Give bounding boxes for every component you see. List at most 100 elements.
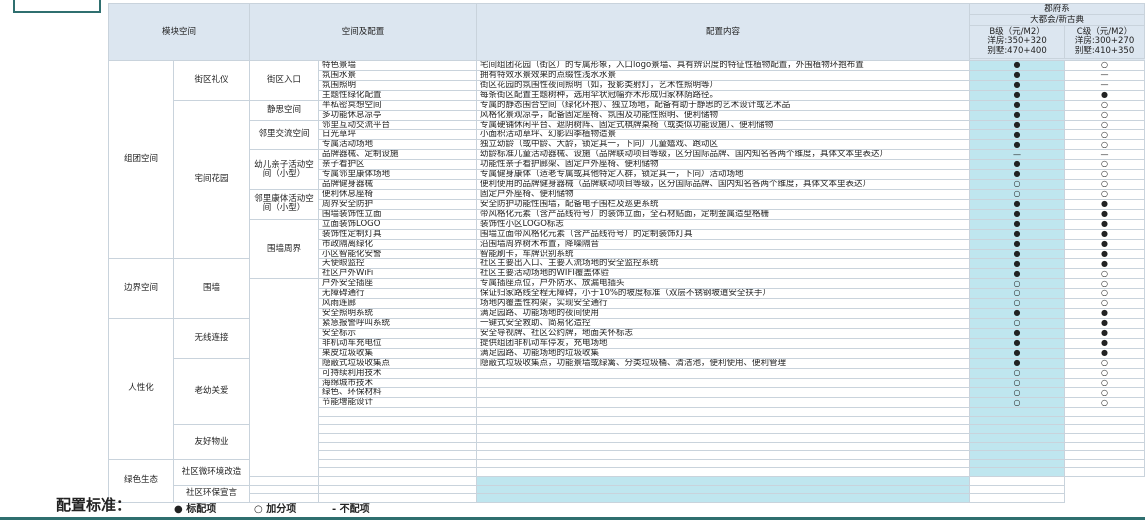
content-cell: 幼龄标准儿童活动器械、设施（品牌联动项目等级，区分国际品牌、国内知名各两个维度，… bbox=[476, 149, 971, 161]
level-b-mark: ● bbox=[969, 198, 1066, 210]
level-c-mark: ○ bbox=[1064, 377, 1145, 389]
content-cell: 带风格化元素（含产品线符号）的装饰立面，全石材贴面，定制金属造型格栅 bbox=[476, 208, 971, 220]
table-row bbox=[109, 476, 1145, 486]
level-c-mark: ● bbox=[1064, 228, 1145, 240]
level-c-mark: ○ bbox=[1064, 367, 1145, 379]
module-cell: 人性化 bbox=[108, 317, 174, 460]
config-cell: 果皮垃圾收集 bbox=[318, 347, 478, 359]
level-c-mark: ○ bbox=[1064, 159, 1145, 171]
level-c-mark: ● bbox=[1064, 208, 1145, 220]
config-cell: 专属活动场地 bbox=[318, 139, 478, 151]
content-cell bbox=[476, 433, 971, 443]
level-c-mark: ○ bbox=[1064, 357, 1145, 369]
level-c-mark bbox=[1064, 441, 1145, 452]
content-cell bbox=[476, 407, 971, 417]
level-c-mark bbox=[969, 484, 1066, 495]
content-cell: 沿围墙周界树木布置，降噪隔音 bbox=[476, 238, 971, 250]
space-cell: 街区入口 bbox=[249, 60, 320, 101]
content-cell: 宅间组团花园（街区）的专属形象，入口logo景墙、具有辨识度的特征性植物配置，外… bbox=[476, 60, 971, 71]
module-cell: 组团空间 bbox=[108, 59, 174, 260]
content-cell: 满足园路、功能场地的夜间使用 bbox=[476, 308, 971, 319]
table-row: 组团空间 街区礼仪 街区入口 特色景墙 宅间组团花园（街区）的专属形象，入口logo景墙… bbox=[108, 59, 1145, 260]
content-cell: 专属插座点位，户外防水、放漏电插头 bbox=[476, 278, 971, 290]
config-cell: 安全标示 bbox=[318, 327, 478, 339]
level-c-mark: ● bbox=[1064, 347, 1145, 359]
level-b-mark: ● bbox=[969, 238, 1066, 250]
level-c-mark: ○ bbox=[1064, 268, 1145, 280]
config-cell: 风雨连廊 bbox=[318, 298, 478, 310]
level-c-mark: ● bbox=[1064, 89, 1145, 101]
space-cell bbox=[249, 278, 320, 478]
level-c-mark: ○ bbox=[1064, 188, 1145, 200]
content-cell: 隐蔽式垃圾收集点，功能景墙或绿篱、分类垃圾桶、清洁池，便利使用、便利管理 bbox=[476, 357, 971, 369]
config-cell: 立面装饰LOGO bbox=[318, 218, 478, 230]
config-cell: 绿色、环保材料 bbox=[318, 387, 478, 399]
level-b-mark: ● bbox=[969, 357, 1066, 369]
header-series: 郡府系 bbox=[969, 2, 1145, 16]
config-cell bbox=[318, 458, 478, 469]
level-b-mark: ● bbox=[969, 327, 1066, 339]
content-cell bbox=[476, 367, 971, 379]
subgroup-cell: 无线连接 bbox=[172, 317, 251, 359]
legend-standard: ● 标配项 bbox=[174, 504, 217, 515]
subgroup-cell: 友好物业 bbox=[172, 424, 251, 460]
level-b-mark: ● bbox=[969, 169, 1066, 181]
config-table: 模块空间 空间及配置 配置内容 郡府系 大都会/新古典 B级（元/M2） 洋房:… bbox=[107, 2, 1145, 503]
level-c-mark: ○ bbox=[1064, 298, 1145, 310]
config-cell: 安全照明系统 bbox=[318, 308, 478, 319]
level-b-mark: ● bbox=[969, 337, 1066, 349]
config-cell: 半私密冥想空间 bbox=[318, 99, 478, 111]
level-c-mark: ○ bbox=[1064, 109, 1145, 121]
config-cell: 海绵城市技术 bbox=[318, 377, 478, 389]
config-cell: 氛围水景 bbox=[318, 69, 478, 81]
header-space: 空间及配置 bbox=[249, 3, 478, 61]
level-b-mark: ● bbox=[969, 60, 1066, 71]
content-cell: 满足园路、功能场地的垃圾收集 bbox=[476, 347, 971, 359]
level-c-mark: ○ bbox=[1064, 60, 1145, 71]
config-cell: 主题性绿化配置 bbox=[318, 89, 478, 101]
corner-frame bbox=[13, 0, 101, 13]
config-cell: 非机动车充电位 bbox=[318, 337, 478, 349]
level-b-mark: ● bbox=[969, 308, 1066, 319]
content-cell: 小面积活动草坪、幻影四季植物造景 bbox=[476, 129, 971, 141]
level-b-mark: ● bbox=[969, 109, 1066, 121]
level-c-mark: ○ bbox=[1064, 119, 1145, 131]
level-b-mark: ○ bbox=[969, 188, 1066, 200]
level-c-mark: ○ bbox=[1064, 129, 1145, 141]
level-b-mark: ● bbox=[969, 89, 1066, 101]
level-b-mark bbox=[969, 415, 1066, 426]
config-cell: 日光草坪 bbox=[318, 129, 478, 141]
level-c-mark: ● bbox=[1064, 258, 1145, 270]
level-b-mark: ○ bbox=[969, 387, 1066, 399]
content-cell: 便利使用的品牌健身器械（品牌联动项目等级，区分国际品牌、国内知名各两个维度，具体… bbox=[476, 179, 971, 190]
level-c-mark: ● bbox=[1064, 317, 1145, 329]
level-c-mark: ○ bbox=[1064, 169, 1145, 181]
content-cell: 场地内覆盖性构架，实现安全通行 bbox=[476, 298, 971, 310]
content-cell: 装饰性小区LOGO标志 bbox=[476, 218, 971, 230]
level-b-mark bbox=[476, 476, 971, 486]
config-cell: 隐蔽式垃圾收集点 bbox=[318, 357, 478, 369]
level-c-mark: ○ bbox=[1064, 288, 1145, 300]
content-cell: 保证归家路线全程无障碍，小于10%的坡度标准（双层不锈钢坡道安全扶手） bbox=[476, 288, 971, 300]
table-row: 邻里交流空间 邻里互动交流平台 专属硬铺休闲平台、遮阴树阵、固定式棋牌桌椅（或类似功… bbox=[109, 119, 1145, 151]
level-b-mark: ● bbox=[969, 99, 1066, 111]
content-cell bbox=[476, 458, 971, 469]
content-cell bbox=[318, 484, 478, 495]
content-cell: 每条街区配置主题树种，选用伞状冠幅乔木形成归家林荫路径。 bbox=[476, 89, 971, 101]
config-cell: 户外安全插座 bbox=[318, 278, 478, 290]
config-cell bbox=[249, 484, 320, 495]
content-cell: 社区主要出入口、主要人流场地的安全监控系统 bbox=[476, 258, 971, 270]
content-cell bbox=[476, 441, 971, 452]
content-cell bbox=[476, 377, 971, 389]
content-cell bbox=[476, 450, 971, 460]
config-cell: 小区智能化安警 bbox=[318, 248, 478, 260]
level-c-mark: ● bbox=[1064, 238, 1145, 250]
header-module: 模块空间 bbox=[107, 3, 251, 61]
level-b-mark bbox=[476, 493, 971, 503]
module-cell: 边界空间 bbox=[108, 258, 174, 319]
table-row: 宅间花园 静思空间 半私密冥想空间 专属的静态围合空间（绿化环抱）、独立场地，配备有助… bbox=[109, 99, 1145, 260]
level-b-mark bbox=[969, 450, 1066, 460]
level-c-mark: ● bbox=[1064, 248, 1145, 260]
level-c-mark bbox=[1064, 424, 1145, 435]
content-cell: 拥有特效水景效果的点缀性浅水水景 bbox=[476, 69, 971, 81]
